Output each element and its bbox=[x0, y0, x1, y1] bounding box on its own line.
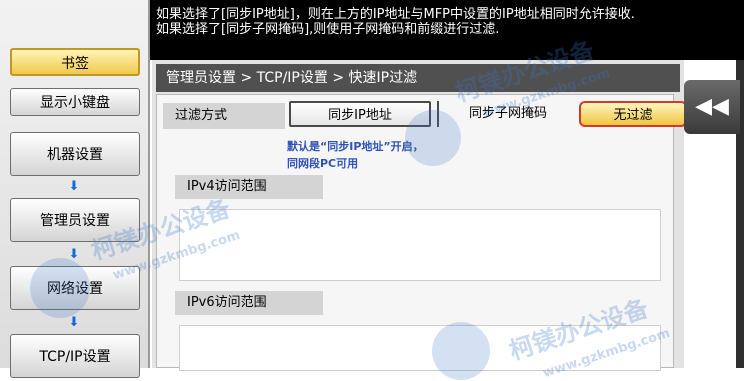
sync-ip-button[interactable]: 同步IP地址 bbox=[289, 101, 431, 127]
arrow-down-icon: ⬇ bbox=[68, 315, 80, 330]
filter-method-label: 过滤方式 bbox=[163, 103, 285, 129]
panel-body: 过滤方式 同步IP地址 同步子网掩码 无过滤 默认是“同步IP地址”开启， 同网… bbox=[156, 94, 687, 371]
default-note: 默认是“同步IP地址”开启， 同网段PC可用 bbox=[287, 138, 424, 172]
message-area: 如果选择了[同步IP地址]，则在上方的IP地址与MFP中设置的IP地址相同时允许… bbox=[148, 0, 744, 60]
sidebar: 书签 显示小键盘 机器设置 ⬇ 管理员设置 ⬇ 网络设置 ⬇ TCP/IP设置 bbox=[0, 0, 150, 378]
sidebar-item-admin-settings[interactable]: 管理员设置 bbox=[10, 198, 140, 242]
bookmark-button[interactable]: 书签 bbox=[10, 48, 140, 76]
sidebar-item-network-settings[interactable]: 网络设置 bbox=[10, 266, 140, 310]
main-panel: 管理员设置 > TCP/IP设置 > 快速IP过滤 过滤方式 同步IP地址 同步… bbox=[152, 60, 687, 371]
arrow-down-icon: ⬇ bbox=[68, 247, 80, 262]
ipv4-range-area bbox=[179, 209, 661, 281]
show-keypad-button[interactable]: 显示小键盘 bbox=[10, 88, 140, 116]
message-line-2: 如果选择了[同步子网掩码],则使用子网掩码和前缀进行过滤. bbox=[156, 22, 500, 37]
ipv4-range-label: IPv4访问范围 bbox=[175, 175, 323, 199]
ipv6-range-area bbox=[179, 325, 661, 371]
message-line-1: 如果选择了[同步IP地址]，则在上方的IP地址与MFP中设置的IP地址相同时允许… bbox=[156, 7, 635, 22]
sidebar-item-tcpip-settings[interactable]: TCP/IP设置 bbox=[10, 334, 140, 378]
sidebar-item-machine-settings[interactable]: 机器设置 bbox=[10, 132, 140, 176]
note-line-2: 同网段PC可用 bbox=[287, 157, 359, 170]
sync-subnet-button[interactable]: 同步子网掩码 bbox=[437, 101, 577, 127]
no-filter-button[interactable]: 无过滤 bbox=[579, 101, 687, 127]
back-icon[interactable]: ◀◀ bbox=[684, 80, 740, 134]
ipv6-range-label: IPv6访问范围 bbox=[175, 291, 323, 315]
breadcrumb: 管理员设置 > TCP/IP设置 > 快速IP过滤 bbox=[156, 64, 680, 92]
arrow-down-icon: ⬇ bbox=[68, 179, 80, 194]
note-line-1: 默认是“同步IP地址”开启， bbox=[287, 140, 424, 153]
